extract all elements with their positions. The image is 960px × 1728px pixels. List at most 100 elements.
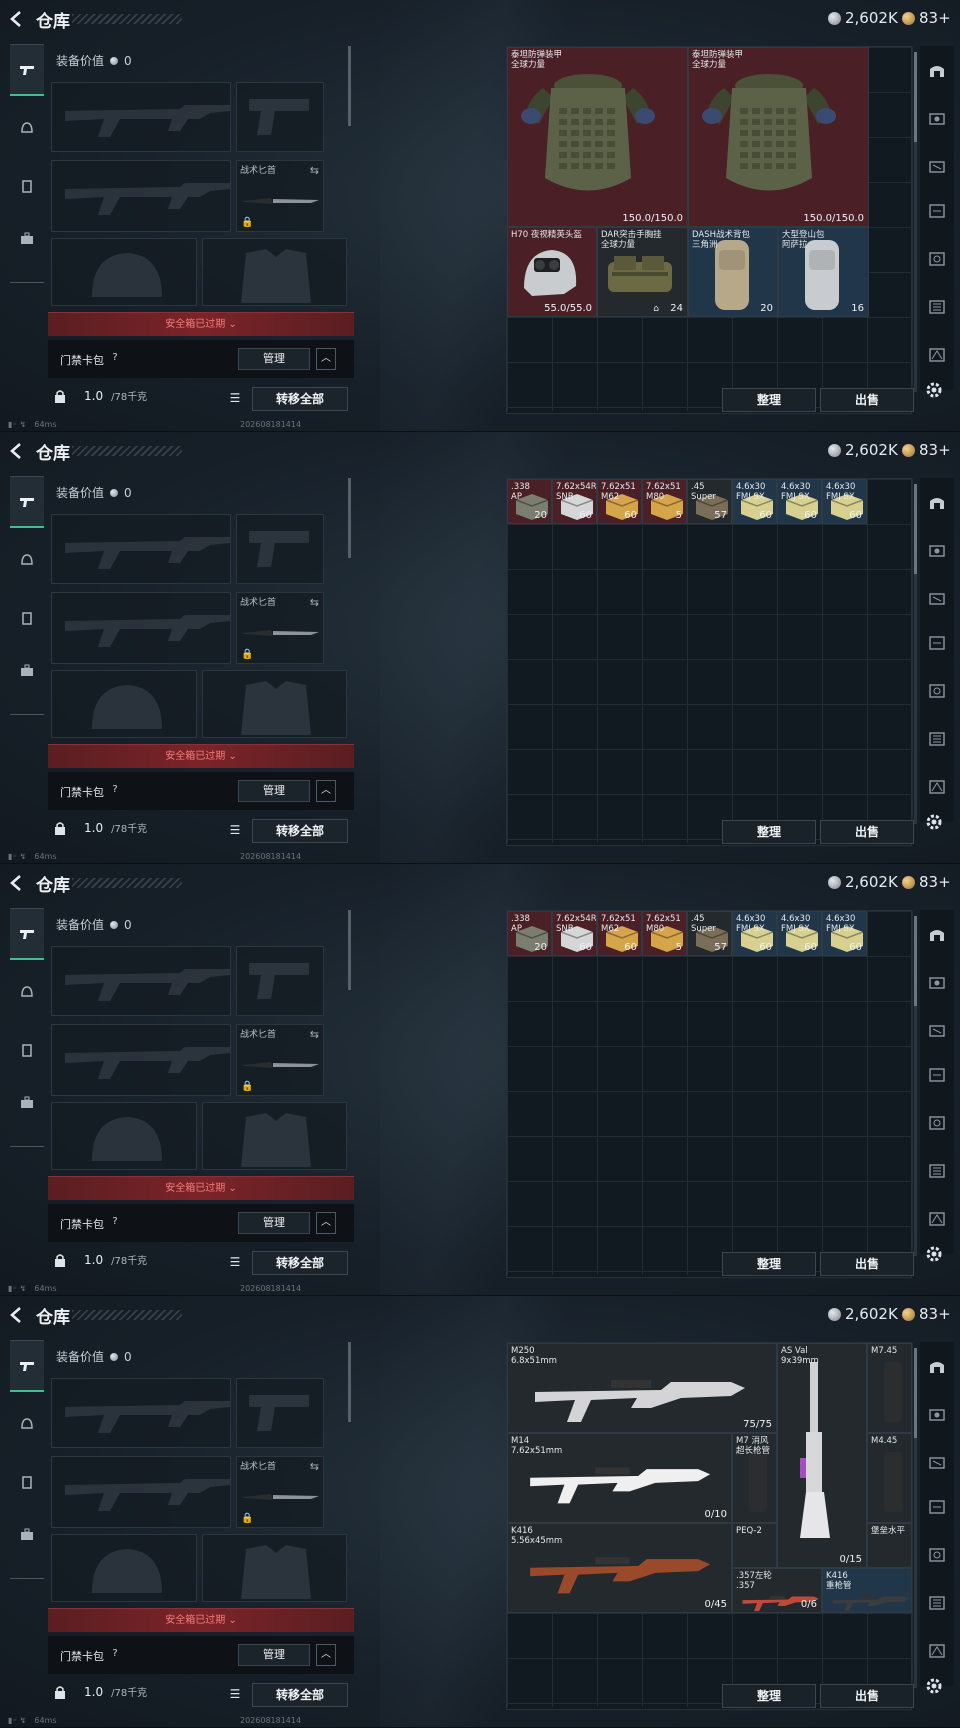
tab-weapons[interactable]	[10, 1340, 44, 1392]
gold-currency[interactable]: 83+	[902, 1305, 951, 1323]
stash-scrollbar[interactable]	[914, 1348, 917, 1688]
safe-box-expired-banner[interactable]: 安全箱已过期 ⌄	[48, 744, 354, 768]
category-tab-7-icon[interactable]	[924, 1638, 950, 1664]
category-tab-6-icon[interactable]	[924, 726, 950, 752]
back-arrow-icon[interactable]	[8, 442, 26, 460]
tab-armor[interactable]	[10, 534, 44, 586]
category-tab-1-icon[interactable]	[924, 58, 950, 84]
swap-icon[interactable]: ⇆	[310, 1028, 319, 1041]
category-tab-7-icon[interactable]	[924, 1206, 950, 1232]
armor-slot[interactable]	[202, 670, 347, 738]
tab-weapons[interactable]	[10, 476, 44, 528]
category-tab-5-icon[interactable]	[924, 1542, 950, 1568]
help-icon[interactable]: ?	[108, 783, 122, 797]
settings-gear-icon[interactable]	[924, 1244, 944, 1264]
melee-slot[interactable]: 战术匕首 ⇆ 🔒	[236, 592, 324, 664]
secondary-weapon-slot[interactable]	[51, 592, 231, 664]
scrollbar[interactable]	[348, 46, 351, 126]
category-tab-7-icon[interactable]	[924, 342, 950, 368]
tab-armor[interactable]	[10, 966, 44, 1018]
stash-item[interactable]: 7.62x54R SNB 60	[552, 479, 597, 524]
stash-item[interactable]: AS Val 9x39mm 0/15	[777, 1343, 867, 1568]
settings-gear-icon[interactable]	[924, 1676, 944, 1696]
stash-scrollbar[interactable]	[914, 484, 917, 824]
sort-button[interactable]: 整理	[722, 1684, 816, 1708]
category-tab-2-icon[interactable]	[924, 538, 950, 564]
sell-button[interactable]: 出售	[820, 1252, 914, 1276]
tab-armor[interactable]	[10, 102, 44, 154]
category-tab-1-icon[interactable]	[924, 490, 950, 516]
scrollbar[interactable]	[348, 910, 351, 990]
helmet-slot[interactable]	[51, 1102, 197, 1170]
category-tab-4-icon[interactable]	[924, 1494, 950, 1520]
category-tab-1-icon[interactable]	[924, 922, 950, 948]
transfer-all-button[interactable]: 转移全部	[252, 819, 348, 843]
stash-item[interactable]: 7.62x51 M62 60	[597, 911, 642, 956]
safe-box-expired-banner[interactable]: 安全箱已过期 ⌄	[48, 1176, 354, 1200]
category-tab-6-icon[interactable]	[924, 294, 950, 320]
stash-item[interactable]: 堡垒水平	[867, 1523, 912, 1568]
stash-item[interactable]: PEQ-2	[732, 1523, 777, 1568]
stash-item[interactable]: 4.6x30 FMJ SX 60	[822, 479, 867, 524]
category-tab-2-icon[interactable]	[924, 1402, 950, 1428]
manage-button[interactable]: 管理	[238, 348, 310, 370]
secondary-weapon-slot[interactable]	[51, 160, 231, 232]
sort-button[interactable]: 整理	[722, 1252, 816, 1276]
transfer-all-button[interactable]: 转移全部	[252, 387, 348, 411]
swap-icon[interactable]: ⇆	[310, 164, 319, 177]
category-tab-4-icon[interactable]	[924, 1062, 950, 1088]
stash-item[interactable]: 7.62x51 M62 60	[597, 479, 642, 524]
stash-item[interactable]: 泰坦防弹装甲 全球力量 150.0/150.0	[507, 47, 688, 227]
help-icon[interactable]: ?	[108, 1647, 122, 1661]
category-tab-2-icon[interactable]	[924, 970, 950, 996]
sell-button[interactable]: 出售	[820, 1684, 914, 1708]
swap-icon[interactable]: ⇆	[310, 1460, 319, 1473]
stash-item[interactable]: M4.45	[867, 1433, 912, 1523]
melee-slot[interactable]: 战术匕首 ⇆ 🔒	[236, 160, 324, 232]
primary-weapon-slot[interactable]	[51, 514, 231, 584]
stash-item[interactable]: M14 7.62x51mm 0/10	[507, 1433, 732, 1523]
sidearm-slot[interactable]	[236, 946, 324, 1016]
tab-rig[interactable]	[10, 1024, 44, 1076]
primary-weapon-slot[interactable]	[51, 82, 231, 152]
list-icon[interactable]: ☰	[224, 820, 246, 840]
category-tab-3-icon[interactable]	[924, 1450, 950, 1476]
armor-slot[interactable]	[202, 1534, 347, 1602]
stash-item[interactable]: 4.6x30 FMJ SX 60	[822, 911, 867, 956]
category-tab-6-icon[interactable]	[924, 1158, 950, 1184]
stash-item[interactable]: 泰坦防弹装甲 全球力量 150.0/150.0	[688, 47, 869, 227]
sidearm-slot[interactable]	[236, 82, 324, 152]
category-tab-5-icon[interactable]	[924, 246, 950, 272]
category-tab-4-icon[interactable]	[924, 630, 950, 656]
list-icon[interactable]: ☰	[224, 388, 246, 408]
stash-item[interactable]: H70 夜视精英头盔 55.0/55.0	[507, 227, 597, 317]
category-tab-4-icon[interactable]	[924, 198, 950, 224]
gold-currency[interactable]: 83+	[902, 9, 951, 27]
manage-button[interactable]: 管理	[238, 1212, 310, 1234]
stash-item[interactable]: M7 消风 超长枪管	[732, 1433, 777, 1523]
armor-slot[interactable]	[202, 238, 347, 306]
category-tab-5-icon[interactable]	[924, 678, 950, 704]
chevron-up-icon[interactable]: ︿	[316, 780, 336, 802]
category-tab-2-icon[interactable]	[924, 106, 950, 132]
category-tab-5-icon[interactable]	[924, 1110, 950, 1136]
stash-item[interactable]: .338 AP 20	[507, 479, 552, 524]
scrollbar[interactable]	[348, 1342, 351, 1422]
stash-item[interactable]: 7.62x54R SNB 60	[552, 911, 597, 956]
stash-scrollbar[interactable]	[914, 916, 917, 1256]
armor-slot[interactable]	[202, 1102, 347, 1170]
gold-currency[interactable]: 83+	[902, 873, 951, 891]
transfer-all-button[interactable]: 转移全部	[252, 1683, 348, 1707]
sort-button[interactable]: 整理	[722, 820, 816, 844]
swap-icon[interactable]: ⇆	[310, 596, 319, 609]
sort-button[interactable]: 整理	[722, 388, 816, 412]
stash-item[interactable]: 大型登山包 阿萨拉 16	[778, 227, 869, 317]
category-tab-3-icon[interactable]	[924, 1018, 950, 1044]
stash-item[interactable]: DASH战术背包 三角洲 20	[688, 227, 778, 317]
helmet-slot[interactable]	[51, 670, 197, 738]
manage-button[interactable]: 管理	[238, 780, 310, 802]
tab-weapons[interactable]	[10, 908, 44, 960]
category-tab-1-icon[interactable]	[924, 1354, 950, 1380]
stash-item[interactable]: K416 5.56x45mm 0/45	[507, 1523, 732, 1613]
settings-gear-icon[interactable]	[924, 380, 944, 400]
